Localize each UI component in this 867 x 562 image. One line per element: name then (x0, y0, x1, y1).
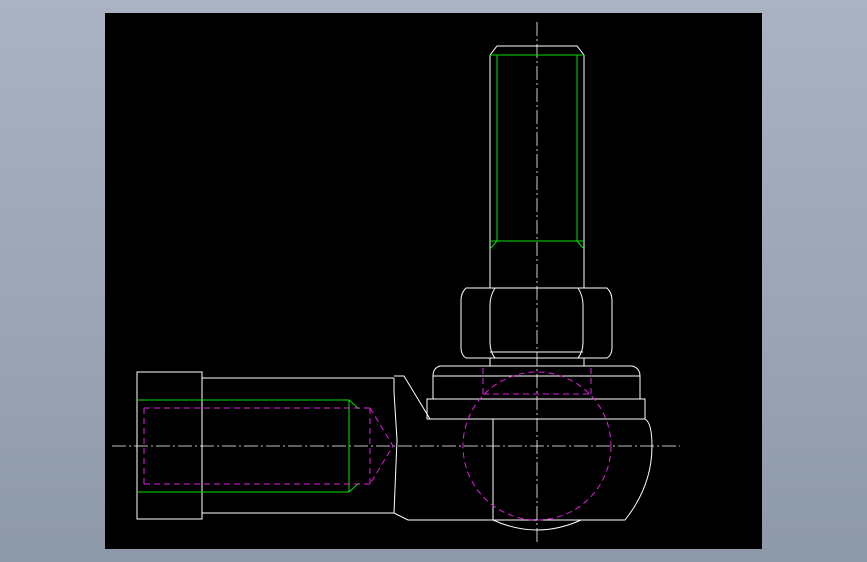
cad-viewport (0, 0, 867, 562)
drawing-area[interactable] (105, 13, 762, 549)
drawing-canvas (105, 13, 762, 549)
